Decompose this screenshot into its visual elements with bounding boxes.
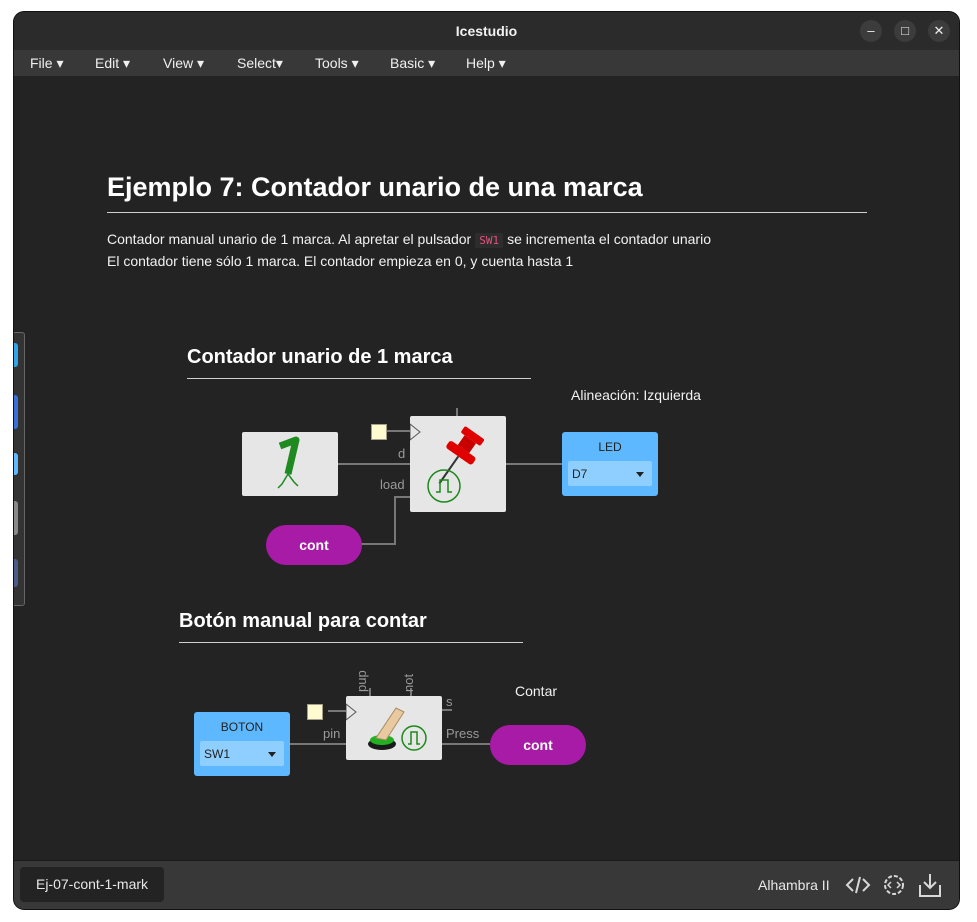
- boton-pin-select[interactable]: SW1: [200, 741, 284, 766]
- flipflop-block[interactable]: [409, 416, 506, 512]
- window-title: Icestudio: [455, 23, 518, 39]
- constant-one-block[interactable]: [242, 432, 338, 496]
- code-icon[interactable]: [844, 871, 872, 899]
- board-name[interactable]: Alhambra II: [758, 877, 830, 893]
- menu-file[interactable]: File ▾: [30, 55, 63, 72]
- port-d: d: [398, 446, 406, 461]
- section2-divider: [179, 642, 523, 643]
- label-cont-input[interactable]: cont: [266, 525, 362, 565]
- led-pin-select[interactable]: D7: [568, 461, 652, 486]
- led-output-block[interactable]: LED D7: [562, 432, 658, 496]
- port-not: not: [401, 673, 416, 692]
- wire: [442, 743, 490, 745]
- wire: [338, 463, 410, 465]
- title-bar: Icestudio – □ ✕: [14, 12, 959, 50]
- pin-icon: [409, 422, 484, 503]
- app-window: Icestudio – □ ✕ File ▾ Edit ▾ View ▾ Sel…: [14, 12, 959, 909]
- menu-bar: File ▾ Edit ▾ View ▾ Select▾ Tools ▾ Bas…: [14, 50, 959, 77]
- wire: [456, 408, 458, 416]
- constant-input[interactable]: [307, 704, 323, 720]
- wire: [394, 496, 396, 544]
- sidebar-item[interactable]: [14, 453, 18, 475]
- sidebar-item[interactable]: [14, 559, 18, 587]
- wire: [369, 688, 371, 696]
- push-button-icon: [345, 702, 427, 751]
- boton-pin-value: SW1: [204, 747, 231, 761]
- gear-code-icon[interactable]: [880, 871, 908, 899]
- status-bar: Ej-07-cont-1-mark Alhambra II: [14, 860, 959, 909]
- filename-tab[interactable]: Ej-07-cont-1-mark: [20, 867, 164, 902]
- menu-edit[interactable]: Edit ▾: [95, 55, 130, 72]
- button-debounce-block[interactable]: [345, 696, 442, 760]
- maximize-button[interactable]: □: [894, 20, 916, 42]
- led-pin-value: D7: [572, 467, 588, 481]
- wire: [328, 710, 346, 712]
- wire: [290, 743, 346, 745]
- side-toolbar: [14, 332, 25, 606]
- chevron-down-icon: [636, 472, 644, 477]
- minimize-button[interactable]: –: [860, 20, 882, 42]
- port-pup: pup: [354, 670, 369, 692]
- section1-divider: [187, 378, 531, 379]
- close-button[interactable]: ✕: [928, 20, 950, 42]
- wire: [394, 496, 410, 498]
- doc-divider: [107, 212, 867, 213]
- digit-one-icon: [277, 436, 300, 489]
- design-canvas[interactable]: Ejemplo 7: Contador unario de una marca …: [14, 76, 959, 860]
- label-cont-output[interactable]: cont: [490, 725, 586, 765]
- sidebar-item[interactable]: [14, 501, 18, 535]
- port-s: s: [446, 694, 453, 709]
- menu-view[interactable]: View ▾: [163, 55, 204, 72]
- boton-input-block[interactable]: BOTON SW1: [194, 712, 290, 776]
- doc-description-line1: Contador manual unario de 1 marca. Al ap…: [107, 231, 711, 248]
- chevron-down-icon: [268, 752, 276, 757]
- menu-help[interactable]: Help ▾: [466, 55, 506, 72]
- menu-select[interactable]: Select▾: [237, 55, 283, 72]
- boton-title: BOTON: [220, 720, 264, 734]
- section2-title: Botón manual para contar: [179, 610, 427, 632]
- port-press: Press: [446, 726, 480, 741]
- wire: [442, 709, 452, 711]
- menu-basic[interactable]: Basic ▾: [390, 55, 435, 72]
- doc-description-line2: El contador tiene sólo 1 marca. El conta…: [107, 253, 574, 269]
- port-load: load: [380, 477, 405, 492]
- wire: [506, 463, 562, 465]
- section2-note: Contar: [515, 683, 558, 699]
- section1-title: Contador unario de 1 marca: [187, 346, 453, 368]
- wire: [361, 543, 396, 545]
- sidebar-item[interactable]: [14, 343, 18, 367]
- inline-code: SW1: [475, 233, 504, 248]
- sidebar-item[interactable]: [14, 395, 18, 429]
- download-icon[interactable]: [916, 871, 944, 899]
- menu-tools[interactable]: Tools ▾: [315, 55, 359, 72]
- led-title: LED: [598, 440, 622, 454]
- doc-title: Ejemplo 7: Contador unario de una marca: [107, 172, 643, 202]
- port-pin: pin: [323, 726, 341, 741]
- section1-note: Alineación: Izquierda: [571, 387, 701, 403]
- constant-input[interactable]: [371, 424, 387, 440]
